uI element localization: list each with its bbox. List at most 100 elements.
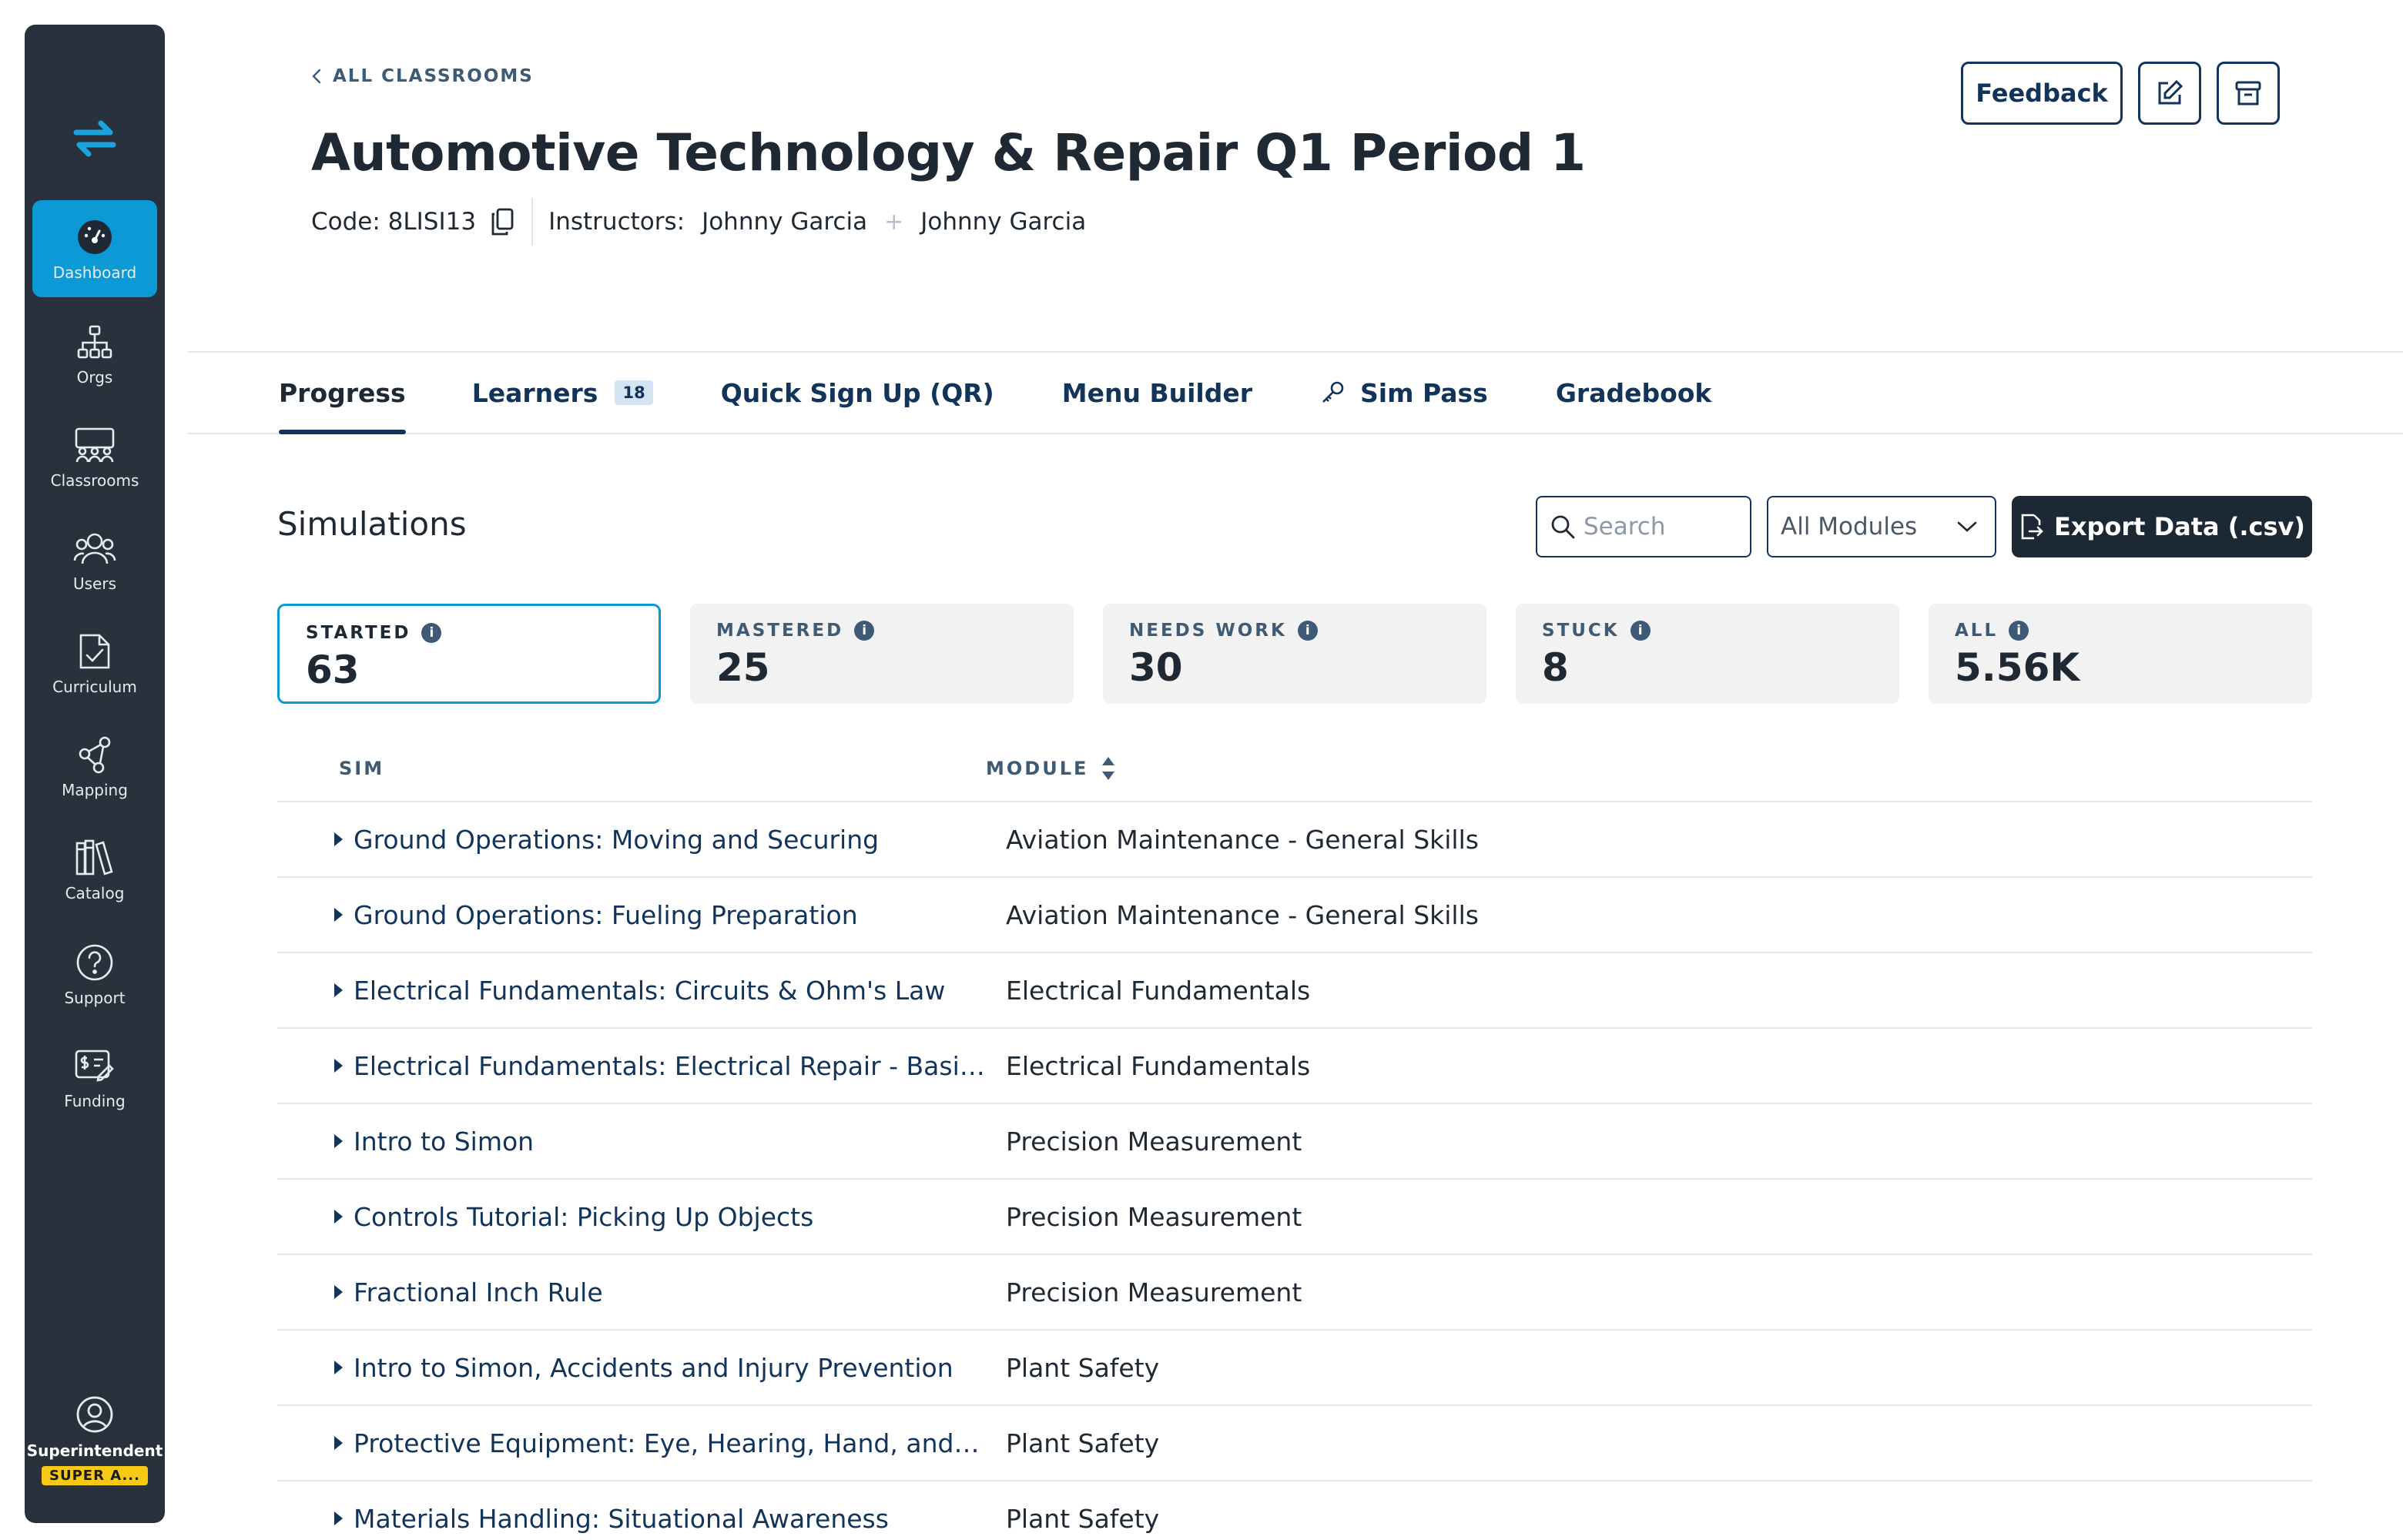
sim-name-link[interactable]: Intro to Simon — [354, 1127, 534, 1157]
user-profile[interactable]: Superintendent SUPER A... — [25, 1395, 165, 1485]
sidebar-item-label: Curriculum — [52, 678, 137, 696]
info-icon[interactable]: i — [2009, 621, 2029, 641]
tab-gradebook[interactable]: Gradebook — [1556, 353, 1712, 433]
table-row[interactable]: Controls Tutorial: Picking Up Objects Pre… — [277, 1180, 2312, 1255]
document-check-icon — [73, 630, 116, 673]
sidebar-item-funding[interactable]: Funding — [32, 1029, 157, 1126]
swap-arrows-icon — [73, 120, 116, 157]
sim-cell[interactable]: Electrical Fundamentals: Circuits & Ohm'… — [277, 976, 997, 1006]
stat-card-started[interactable]: STARTED i 63 — [277, 604, 661, 704]
caret-right-icon[interactable] — [334, 983, 343, 997]
tab-learners[interactable]: Learners 18 — [472, 353, 653, 433]
gauge-icon — [73, 216, 116, 259]
caret-right-icon[interactable] — [334, 1361, 343, 1374]
caret-right-icon[interactable] — [334, 908, 343, 922]
info-icon[interactable]: i — [421, 623, 442, 643]
caret-right-icon[interactable] — [334, 1285, 343, 1299]
app-logo[interactable] — [25, 108, 165, 169]
sidebar-item-curriculum[interactable]: Curriculum — [32, 614, 157, 711]
tab-progress[interactable]: Progress — [279, 353, 406, 434]
sim-cell[interactable]: Controls Tutorial: Picking Up Objects — [277, 1202, 997, 1232]
caret-right-icon[interactable] — [334, 1210, 343, 1224]
copy-code-button[interactable] — [488, 206, 516, 237]
sim-cell[interactable]: Intro to Simon, Accidents and Injury Pre… — [277, 1353, 997, 1383]
table-row[interactable]: Protective Equipment: Eye, Hearing, Hand… — [277, 1406, 2312, 1481]
stat-card-all[interactable]: ALL i 5.56K — [1929, 604, 2312, 704]
sidebar-item-support[interactable]: Support — [32, 926, 157, 1023]
sidebar-item-classrooms[interactable]: Classrooms — [32, 408, 157, 505]
export-data-button[interactable]: Export Data (.csv) — [2012, 496, 2312, 557]
feedback-button[interactable]: Feedback — [1961, 62, 2123, 125]
table-row[interactable]: Electrical Fundamentals: Electrical Repa… — [277, 1029, 2312, 1104]
sidebar-item-dashboard[interactable]: Dashboard — [32, 200, 157, 297]
sim-name-link[interactable]: Ground Operations: Moving and Securing — [354, 825, 879, 855]
caret-right-icon[interactable] — [334, 832, 343, 846]
tab-menu-builder[interactable]: Menu Builder — [1062, 353, 1252, 433]
sim-cell[interactable]: Ground Operations: Fueling Preparation — [277, 900, 997, 930]
sim-name-link[interactable]: Fractional Inch Rule — [354, 1277, 603, 1307]
sidebar-item-mapping[interactable]: Mapping — [32, 718, 157, 815]
sim-cell[interactable]: Ground Operations: Moving and Securing — [277, 825, 997, 855]
edit-button[interactable] — [2138, 62, 2201, 125]
stat-card-mastered[interactable]: MASTERED i 25 — [690, 604, 1074, 704]
stat-value: 8 — [1542, 645, 1569, 690]
sim-name-link[interactable]: Electrical Fundamentals: Electrical Repa… — [354, 1051, 985, 1081]
column-header-module[interactable]: MODULE — [986, 755, 1116, 782]
table-row[interactable]: Electrical Fundamentals: Circuits & Ohm'… — [277, 953, 2312, 1029]
sim-cell[interactable]: Fractional Inch Rule — [277, 1277, 997, 1307]
meta-divider — [531, 198, 534, 246]
stat-card-needs-work[interactable]: NEEDS WORK i 30 — [1103, 604, 1486, 704]
info-icon[interactable]: i — [854, 621, 875, 641]
chevron-left-icon — [312, 69, 321, 84]
module-filter-select[interactable]: All Modules — [1767, 496, 1996, 557]
tab-sim-pass[interactable]: Sim Pass — [1320, 353, 1488, 433]
sim-name-link[interactable]: Protective Equipment: Eye, Hearing, Hand… — [354, 1428, 985, 1458]
caret-right-icon[interactable] — [334, 1512, 343, 1525]
sim-name-link[interactable]: Controls Tutorial: Picking Up Objects — [354, 1202, 813, 1232]
module-cell: Precision Measurement — [1006, 1277, 1302, 1307]
module-cell: Aviation Maintenance - General Skills — [1006, 899, 1479, 930]
module-cell: Plant Safety — [1006, 1503, 1160, 1534]
stat-label: NEEDS WORK — [1129, 621, 1287, 641]
page-title: Automotive Technology & Repair Q1 Period… — [311, 123, 1586, 182]
search-icon — [1551, 515, 1575, 539]
sim-name-link[interactable]: Electrical Fundamentals: Circuits & Ohm'… — [354, 976, 945, 1006]
breadcrumb[interactable]: ALL CLASSROOMS — [311, 66, 534, 86]
sort-icon — [1102, 757, 1115, 780]
caret-right-icon[interactable] — [334, 1134, 343, 1148]
sim-name-link[interactable]: Ground Operations: Fueling Preparation — [354, 900, 858, 930]
instructor-name: Johnny Garcia — [702, 208, 868, 236]
table-row[interactable]: Intro to Simon, Accidents and Injury Pre… — [277, 1331, 2312, 1406]
table-row[interactable]: Ground Operations: Fueling Preparation Av… — [277, 878, 2312, 953]
table-row[interactable]: Ground Operations: Moving and Securing Av… — [277, 802, 2312, 878]
search-field[interactable] — [1536, 496, 1751, 557]
tabs-divider — [188, 433, 2403, 434]
info-icon[interactable]: i — [1297, 621, 1318, 641]
caret-right-icon[interactable] — [334, 1059, 343, 1073]
sim-cell[interactable]: Materials Handling: Situational Awarenes… — [277, 1504, 997, 1534]
sidebar-item-catalog[interactable]: Catalog — [32, 821, 157, 918]
search-input[interactable] — [1584, 513, 1745, 541]
tab-quick-sign-up[interactable]: Quick Sign Up (QR) — [721, 353, 994, 433]
archive-icon — [2235, 81, 2261, 105]
module-cell: Precision Measurement — [1006, 1201, 1302, 1232]
table-row[interactable]: Intro to Simon Precision Measurement — [277, 1104, 2312, 1180]
info-icon[interactable]: i — [1630, 621, 1651, 641]
sidebar-item-users[interactable]: Users — [32, 511, 157, 608]
tab-bar: Progress Learners 18 Quick Sign Up (QR) … — [279, 353, 1712, 434]
sim-name-link[interactable]: Materials Handling: Situational Awarenes… — [354, 1504, 889, 1534]
table-row[interactable]: Fractional Inch Rule Precision Measuremen… — [277, 1255, 2312, 1331]
sim-cell[interactable]: Electrical Fundamentals: Electrical Repa… — [277, 1051, 997, 1081]
module-cell: Plant Safety — [1006, 1428, 1160, 1458]
archive-button[interactable] — [2217, 62, 2280, 125]
sim-cell[interactable]: Protective Equipment: Eye, Hearing, Hand… — [277, 1428, 997, 1458]
stat-value: 30 — [1129, 645, 1183, 690]
table-row[interactable]: Materials Handling: Situational Awarenes… — [277, 1481, 2312, 1540]
sidebar-item-orgs[interactable]: Orgs — [32, 305, 157, 402]
sidebar-item-label: Support — [64, 989, 126, 1007]
caret-right-icon[interactable] — [334, 1436, 343, 1450]
sim-cell[interactable]: Intro to Simon — [277, 1127, 997, 1157]
stat-card-stuck[interactable]: STUCK i 8 — [1516, 604, 1899, 704]
sim-name-link[interactable]: Intro to Simon, Accidents and Injury Pre… — [354, 1353, 953, 1383]
file-export-icon — [2021, 514, 2043, 540]
